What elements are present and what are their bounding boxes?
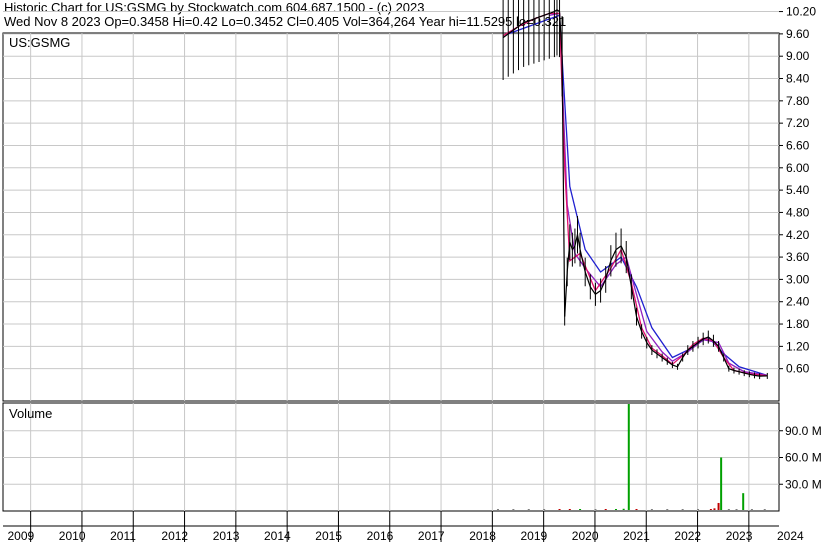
y-tick-label: 6.00 bbox=[786, 161, 810, 175]
grid-lines bbox=[3, 11, 783, 542]
x-tick-label: 2019 bbox=[521, 529, 548, 543]
x-tick-label: 2012 bbox=[161, 529, 188, 543]
y-tick-label: 0.60 bbox=[786, 362, 810, 376]
stock-chart: 2009 2010 2011 2012 2013 2014 2015 2016 2017 2018… bbox=[2, 0, 822, 543]
x-tick-label: 2021 bbox=[623, 529, 650, 543]
volume-axis-labels: 90.0 M 60.0 M 30.0 M bbox=[785, 424, 822, 492]
price-axis-labels: 11.4010.8010.209.609.008.407.807.206.606… bbox=[786, 5, 816, 376]
x-tick-label: 2011 bbox=[110, 529, 136, 543]
x-tick-label: 2018 bbox=[469, 529, 496, 543]
volume-tick-label: 30.0 M bbox=[785, 477, 822, 491]
x-tick-label: 2016 bbox=[367, 529, 394, 543]
y-tick-label: 7.20 bbox=[786, 116, 810, 130]
x-tick-label: 2024 bbox=[777, 529, 804, 543]
x-axis-labels: 2009 2010 2011 2012 2013 2014 2015 2016 2017 2018… bbox=[8, 529, 805, 543]
price-series bbox=[502, 0, 768, 380]
y-tick-label: 1.20 bbox=[786, 339, 810, 353]
y-tick-label: 1.80 bbox=[786, 317, 810, 331]
volume-panel-label: Volume bbox=[9, 406, 52, 421]
x-tick-label: 2017 bbox=[418, 529, 445, 543]
x-tick-label: 2015 bbox=[315, 529, 342, 543]
y-tick-label: 4.20 bbox=[786, 228, 810, 242]
y-tick-label: 10.20 bbox=[786, 5, 816, 19]
x-tick-label: 2020 bbox=[572, 529, 599, 543]
volume-tick-label: 90.0 M bbox=[785, 424, 822, 438]
price-panel-frame bbox=[2, 32, 780, 402]
x-tick-label: 2009 bbox=[8, 529, 35, 543]
y-tick-label: 7.80 bbox=[786, 94, 810, 108]
y-tick-label: 8.40 bbox=[786, 72, 810, 86]
y-tick-label: 3.00 bbox=[786, 272, 810, 286]
x-tick-label: 2014 bbox=[264, 529, 291, 543]
y-tick-label: 2.40 bbox=[786, 295, 810, 309]
series-price bbox=[502, 8, 768, 377]
x-tick-label: 2022 bbox=[674, 529, 701, 543]
y-tick-label: 6.60 bbox=[786, 138, 810, 152]
y-tick-label: 3.60 bbox=[786, 250, 810, 264]
y-tick-label: 5.40 bbox=[786, 183, 810, 197]
x-tick-label: 2023 bbox=[726, 529, 753, 543]
y-tick-label: 9.00 bbox=[786, 49, 810, 63]
y-tick-label: 9.60 bbox=[786, 27, 810, 41]
volume-tick-label: 60.0 M bbox=[785, 451, 822, 465]
series-ma-mid bbox=[549, 12, 768, 377]
x-tick-label: 2010 bbox=[59, 529, 86, 543]
y-tick-label: 4.80 bbox=[786, 205, 810, 219]
x-tick-label: 2013 bbox=[213, 529, 240, 543]
price-panel-label: US:GSMG bbox=[9, 35, 70, 50]
series-ma-short bbox=[502, 12, 768, 377]
